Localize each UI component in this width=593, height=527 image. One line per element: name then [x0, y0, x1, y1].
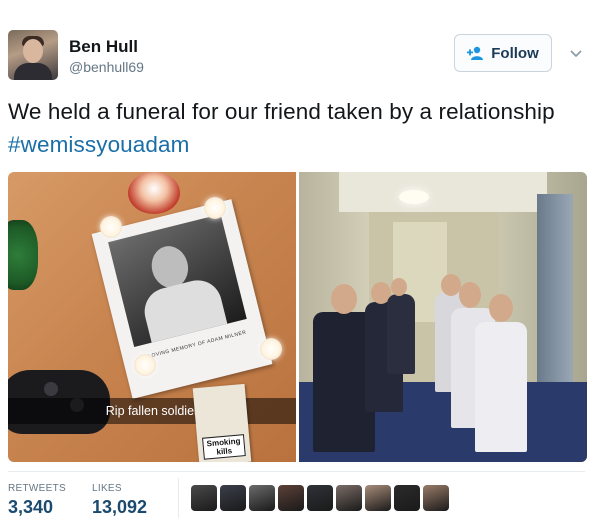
candle	[260, 338, 282, 360]
divider	[8, 471, 585, 472]
controller-stick	[44, 382, 58, 396]
avatar-shirt	[14, 63, 52, 80]
retweets-count[interactable]: 3,340	[8, 497, 53, 518]
avatar-face	[23, 39, 43, 63]
tweet-body: We held a funeral for our friend taken b…	[8, 99, 555, 124]
candle	[134, 354, 156, 376]
liker-avatars	[191, 485, 449, 511]
mourner-head	[441, 274, 461, 296]
cigarette-pack: Smoking kills	[192, 383, 252, 462]
liker-avatar[interactable]	[249, 485, 275, 511]
hall-ceiling	[339, 172, 547, 212]
mourner-head	[391, 278, 407, 296]
liker-avatar[interactable]	[394, 485, 420, 511]
portrait-body	[139, 275, 228, 343]
follow-label: Follow	[491, 44, 539, 62]
follow-button[interactable]: Follow	[454, 34, 552, 72]
liker-avatar[interactable]	[220, 485, 246, 511]
avatar[interactable]	[8, 30, 58, 80]
user-handle[interactable]: @benhull69	[69, 59, 144, 75]
hashtag-link[interactable]: #wemissyouadam	[8, 132, 189, 157]
stats-separator	[178, 478, 179, 518]
photo-memorial[interactable]: IN LOVING MEMORY OF ADAM MILNER Rip fall…	[8, 172, 296, 462]
mourner	[475, 322, 527, 452]
liker-avatar[interactable]	[307, 485, 333, 511]
tweet-text: We held a funeral for our friend taken b…	[8, 95, 585, 161]
candle-large	[128, 172, 180, 214]
candle	[204, 197, 226, 219]
chevron-down-icon[interactable]	[569, 46, 583, 60]
mourner-head	[331, 284, 357, 314]
plant	[8, 220, 38, 290]
retweets-label: RETWEETS	[8, 483, 66, 494]
likes-label: LIKES	[92, 483, 122, 494]
ceiling-light	[399, 190, 429, 204]
mourner-head	[459, 282, 481, 308]
liker-avatar[interactable]	[336, 485, 362, 511]
pack-label: Smoking kills	[202, 434, 246, 460]
candle	[100, 216, 122, 238]
mourner	[387, 294, 415, 374]
liker-avatar[interactable]	[365, 485, 391, 511]
snap-caption: Rip fallen soldier	[8, 398, 296, 424]
add-user-icon	[467, 46, 485, 60]
photo-hallway[interactable]	[299, 172, 587, 462]
portrait	[108, 214, 247, 347]
liker-avatar[interactable]	[278, 485, 304, 511]
tweet-header: Ben Hull @benhull69 Follow	[8, 30, 585, 86]
likes-count[interactable]: 13,092	[92, 497, 147, 518]
user-name[interactable]: Ben Hull	[69, 37, 138, 57]
mourner-head	[489, 294, 513, 322]
liker-avatar[interactable]	[191, 485, 217, 511]
liker-avatar[interactable]	[423, 485, 449, 511]
